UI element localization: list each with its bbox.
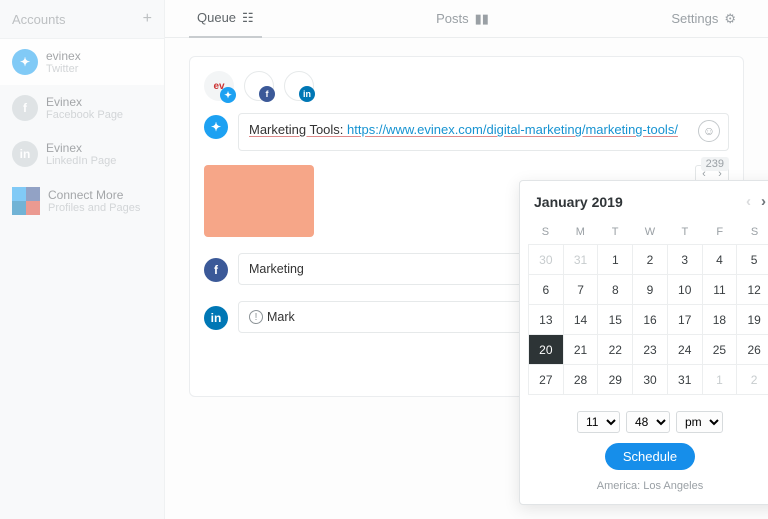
time-picker: 11 48 pm [520,405,768,443]
sidebar-title: Accounts [12,12,65,27]
calendar-day[interactable]: 29 [598,365,633,395]
calendar-day[interactable]: 11 [703,275,738,305]
calendar-day[interactable]: 24 [668,335,703,365]
calendar-day[interactable]: 1 [703,365,738,395]
calendar-day[interactable]: 13 [529,305,564,335]
calendar-day[interactable]: 31 [668,365,703,395]
emoji-icon[interactable]: ☺ [698,120,720,142]
connect-more-icon [12,187,40,215]
calendar-day[interactable]: 17 [668,305,703,335]
calendar-day[interactable]: 30 [633,365,668,395]
linkedin-icon: in [204,306,228,330]
calendar-days: 3031123456789101112131415161718192021222… [528,244,768,395]
calendar-day[interactable]: 12 [737,275,768,305]
calendar-day[interactable]: 9 [633,275,668,305]
sidebar-item-linkedin[interactable]: in Evinex LinkedIn Page [0,131,164,177]
sidebar: Accounts + ✦ evinex Twitter f Evinex Fac… [0,0,165,519]
calendar-day[interactable]: 16 [633,305,668,335]
calendar-day[interactable]: 15 [598,305,633,335]
calendar-day[interactable]: 3 [668,245,703,275]
calendar-title: January 2019 [534,194,623,210]
calendar-day[interactable]: 6 [529,275,564,305]
calendar-day[interactable]: 14 [564,305,599,335]
calendar-day[interactable]: 4 [703,245,738,275]
calendar-day[interactable]: 8 [598,275,633,305]
next-month-icon[interactable]: › [761,193,766,210]
calendar-day[interactable]: 2 [633,245,668,275]
calendar-popover: January 2019 ‹ › SMTWTFS 303112345678910… [519,180,768,505]
twitter-badge-icon: ✦ [220,87,236,103]
timezone-label: America: Los Angeles [520,480,768,504]
main: Queue ☷ Posts ▮▮ Settings ⚙ ev✦ f in ✦ [165,0,768,519]
calendar-day[interactable]: 20 [529,335,564,365]
compose-input-twitter[interactable]: Marketing Tools: https://www.evinex.com/… [238,113,729,151]
calendar-day[interactable]: 21 [564,335,599,365]
sidebar-item-facebook[interactable]: f Evinex Facebook Page [0,85,164,131]
tab-posts[interactable]: Posts ▮▮ [428,1,497,37]
calendar-day[interactable]: 18 [703,305,738,335]
media-thumbnail[interactable] [204,165,314,237]
calendar-day[interactable]: 2 [737,365,768,395]
minute-select[interactable]: 48 [626,411,670,433]
facebook-icon: f [12,95,38,121]
calendar-day[interactable]: 23 [633,335,668,365]
stack-icon: ☷ [242,10,254,26]
account-pill-twitter[interactable]: ev✦ [204,71,234,101]
warning-icon: ! [249,310,263,324]
char-count: 239 [701,157,729,171]
calendar-day[interactable]: 31 [564,245,599,275]
facebook-icon: f [204,258,228,282]
calendar-day[interactable]: 30 [529,245,564,275]
tab-queue[interactable]: Queue ☷ [189,0,262,38]
calendar-day[interactable]: 25 [703,335,738,365]
schedule-button[interactable]: Schedule [605,443,695,470]
account-pill-facebook[interactable]: f [244,71,274,101]
calendar-day[interactable]: 28 [564,365,599,395]
facebook-badge-icon: f [259,86,275,102]
gear-icon: ⚙ [724,11,736,27]
compose-link[interactable]: https://www.evinex.com/digital-marketing… [347,122,678,137]
hour-select[interactable]: 11 [577,411,620,433]
account-pill-linkedin[interactable]: in [284,71,314,101]
calendar-day[interactable]: 19 [737,305,768,335]
calendar-day[interactable]: 1 [598,245,633,275]
tab-settings[interactable]: Settings ⚙ [663,1,744,37]
calendar-day[interactable]: 22 [598,335,633,365]
calendar-day[interactable]: 10 [668,275,703,305]
sidebar-item-connect-more[interactable]: Connect More Profiles and Pages [0,177,164,225]
calendar-day[interactable]: 27 [529,365,564,395]
add-account-icon[interactable]: + [143,10,152,28]
calendar-day[interactable]: 7 [564,275,599,305]
ampm-select[interactable]: pm [676,411,723,433]
account-selector-row: ev✦ f in [204,71,729,101]
tab-bar: Queue ☷ Posts ▮▮ Settings ⚙ [165,0,768,38]
calendar-day[interactable]: 5 [737,245,768,275]
twitter-icon: ✦ [12,49,38,75]
sidebar-item-twitter[interactable]: ✦ evinex Twitter [0,39,164,85]
linkedin-badge-icon: in [299,86,315,102]
calendar-day[interactable]: 26 [737,335,768,365]
twitter-icon: ✦ [204,115,228,139]
bars-icon: ▮▮ [475,11,489,27]
prev-month-icon[interactable]: ‹ [746,193,751,210]
account-name: evinex [46,49,81,63]
calendar-day-headers: SMTWTFS [528,222,768,244]
linkedin-icon: in [12,141,38,167]
account-type: Twitter [46,63,81,75]
